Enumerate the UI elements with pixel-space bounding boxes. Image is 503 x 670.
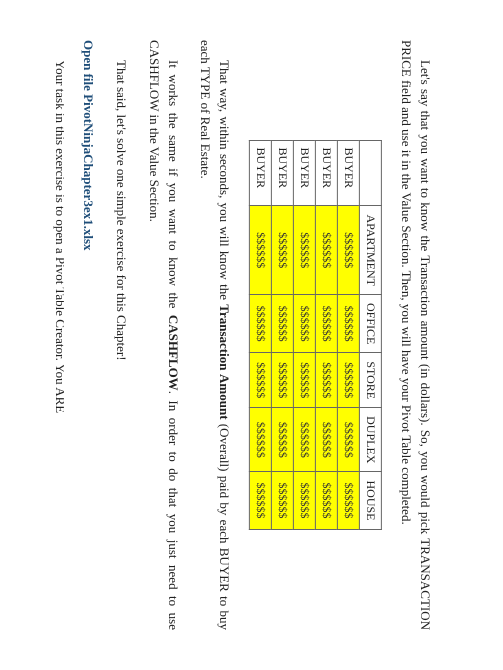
table-cell-value: $$$$$$ [249, 472, 271, 529]
row-label-buyer: BUYER [293, 141, 315, 206]
header-duplex: DUPLEX [359, 408, 381, 472]
open-file-link[interactable]: Open file PivotNinjaChapter3ex1.xlsx [78, 40, 97, 630]
bold-transaction-amount: Transaction Amount [217, 304, 232, 419]
table-cell-value: $$$$$$ [293, 408, 315, 472]
table-cell-value: $$$$$$ [293, 472, 315, 529]
table-cell-value: $$$$$$ [249, 295, 271, 353]
header-office: OFFICE [359, 295, 381, 353]
table-header-row: APARTMENT OFFICE STORE DUPLEX HOUSE [359, 141, 381, 529]
table-cell-value: $$$$$$ [271, 408, 293, 472]
paragraph-exercise-intro: That said, let's solve one simple exerci… [110, 40, 129, 630]
table-cell-value: $$$$$$ [337, 353, 359, 408]
page-content: Let's say that you want to know the Tran… [40, 0, 464, 670]
cutoff-paragraph: Your task in this exercise is to open a … [50, 40, 64, 630]
table-row: BUYER$$$$$$$$$$$$$$$$$$$$$$$$$$$$$$ [249, 141, 271, 529]
table-cell-value: $$$$$$ [337, 295, 359, 353]
header-store: STORE [359, 353, 381, 408]
paragraph-intro: Let's say that you want to know the Tran… [396, 40, 434, 630]
paragraph-cashflow: It works the same if you want to know th… [143, 40, 181, 630]
row-label-buyer: BUYER [271, 141, 293, 206]
table-cell-value: $$$$$$ [293, 206, 315, 295]
table-cell-value: $$$$$$ [315, 353, 337, 408]
row-label-buyer: BUYER [249, 141, 271, 206]
table-cell-value: $$$$$$ [337, 472, 359, 529]
table-cell-value: $$$$$$ [271, 472, 293, 529]
table-cell-value: $$$$$$ [337, 408, 359, 472]
table-row: BUYER$$$$$$$$$$$$$$$$$$$$$$$$$$$$$$ [337, 141, 359, 529]
table-cell-value: $$$$$$ [271, 353, 293, 408]
table-cell-value: $$$$$$ [315, 206, 337, 295]
table-cell-value: $$$$$$ [249, 408, 271, 472]
table-cell-value: $$$$$$ [293, 353, 315, 408]
table-cell-value: $$$$$$ [249, 353, 271, 408]
row-label-buyer: BUYER [337, 141, 359, 206]
table-row: BUYER$$$$$$$$$$$$$$$$$$$$$$$$$$$$$$ [271, 141, 293, 529]
table-cell-value: $$$$$$ [271, 206, 293, 295]
table-cell-value: $$$$$$ [315, 295, 337, 353]
table-row: BUYER$$$$$$$$$$$$$$$$$$$$$$$$$$$$$$ [315, 141, 337, 529]
bold-cashflow: CASHFLOW [165, 315, 180, 391]
header-blank [359, 141, 381, 206]
header-house: HOUSE [359, 472, 381, 529]
table-cell-value: $$$$$$ [271, 295, 293, 353]
row-label-buyer: BUYER [315, 141, 337, 206]
header-apartment: APARTMENT [359, 206, 381, 295]
paragraph-transaction-amount: That way, within seconds, you will know … [195, 40, 233, 630]
pivot-example-table: APARTMENT OFFICE STORE DUPLEX HOUSE BUYE… [249, 140, 382, 529]
table-row: BUYER$$$$$$$$$$$$$$$$$$$$$$$$$$$$$$ [293, 141, 315, 529]
table-cell-value: $$$$$$ [315, 408, 337, 472]
table-cell-value: $$$$$$ [249, 206, 271, 295]
table-cell-value: $$$$$$ [315, 472, 337, 529]
table-cell-value: $$$$$$ [337, 206, 359, 295]
table-cell-value: $$$$$$ [293, 295, 315, 353]
